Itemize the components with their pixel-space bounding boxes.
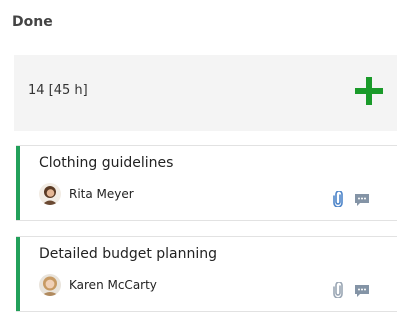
task-card[interactable]: Clothing guidelines Rita Meyer: [16, 145, 397, 221]
kanban-column-done: Done 14 [45 h] Clothing guidelines Rita …: [0, 0, 397, 316]
task-assignee: Karen McCarty: [39, 274, 157, 296]
assignee-name: Rita Meyer: [69, 187, 134, 201]
attachment-button[interactable]: [332, 190, 344, 211]
comments-button[interactable]: [354, 192, 370, 211]
comments-button[interactable]: [354, 283, 370, 302]
task-count-summary: 14 [45 h]: [28, 83, 88, 98]
task-card[interactable]: Detailed budget planning Karen McCarty: [16, 236, 397, 312]
add-task-button[interactable]: [353, 75, 385, 107]
column-title: Done: [12, 14, 53, 30]
column-summary-bar: 14 [45 h]: [14, 55, 397, 131]
assignee-name: Karen McCarty: [69, 278, 157, 292]
avatar: [39, 274, 61, 296]
paperclip-icon: [333, 190, 343, 208]
task-title[interactable]: Clothing guidelines: [39, 155, 173, 171]
comment-icon: [355, 193, 369, 206]
task-title[interactable]: Detailed budget planning: [39, 246, 217, 262]
task-assignee: Rita Meyer: [39, 183, 134, 205]
paperclip-icon: [333, 281, 343, 299]
avatar: [39, 183, 61, 205]
plus-icon: [355, 77, 383, 105]
comment-icon: [355, 284, 369, 297]
attachment-button[interactable]: [332, 281, 344, 302]
